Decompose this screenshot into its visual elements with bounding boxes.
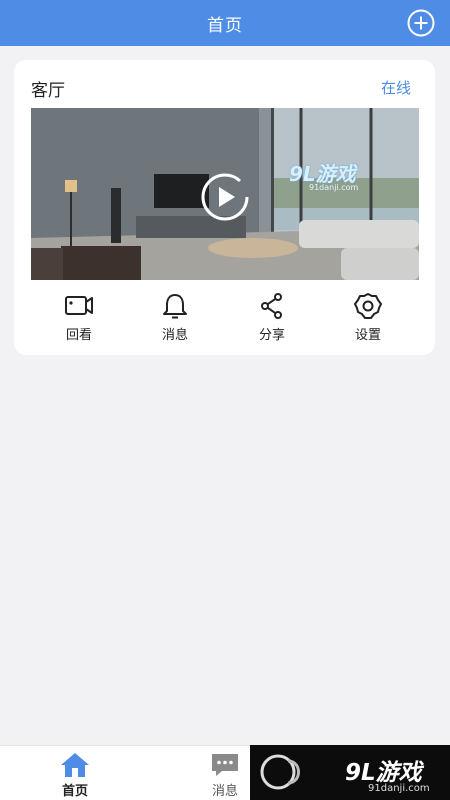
watermark-domain: 91danji.com: [309, 183, 359, 192]
share-label: 分享: [258, 328, 285, 343]
gear-icon: [354, 293, 382, 319]
home-icon: [61, 753, 89, 777]
top-bar: 首页: [0, 0, 450, 46]
site-logo: 9L游戏 91danji.com: [250, 745, 450, 800]
room-name: 客厅: [31, 81, 65, 101]
logo-text: 9L游戏: [345, 760, 422, 786]
settings-button[interactable]: 设置: [338, 288, 398, 344]
share-icon: [261, 293, 282, 319]
messages-label: 消息: [161, 328, 188, 343]
bell-icon: [163, 294, 187, 319]
playback-label: 回看: [65, 328, 92, 343]
online-status: 在线: [380, 79, 411, 97]
add-device-icon[interactable]: [406, 8, 436, 38]
playback-button[interactable]: 回看: [49, 288, 109, 344]
share-button[interactable]: 分享: [242, 288, 302, 344]
video-preview[interactable]: 9L游戏 91danji.com: [31, 108, 419, 280]
watermark: 9L游戏 91danji.com: [289, 158, 385, 198]
settings-label: 设置: [354, 328, 381, 343]
device-actions: 回看 消息 分享 设置: [31, 288, 419, 348]
device-card: 客厅 在线 9L游戏 91danji.com 回看 消息 分享 设置: [14, 60, 435, 355]
messages-button[interactable]: 消息: [145, 288, 205, 344]
logo-domain: 91danji.com: [368, 783, 430, 794]
video-camera-icon: [65, 296, 93, 315]
tab-home[interactable]: 首页: [30, 746, 120, 800]
tab-home-label: 首页: [61, 784, 88, 799]
logo-mark: [260, 754, 300, 790]
message-icon: [212, 754, 238, 776]
play-icon[interactable]: [200, 172, 250, 222]
page-title: 首页: [207, 16, 243, 36]
